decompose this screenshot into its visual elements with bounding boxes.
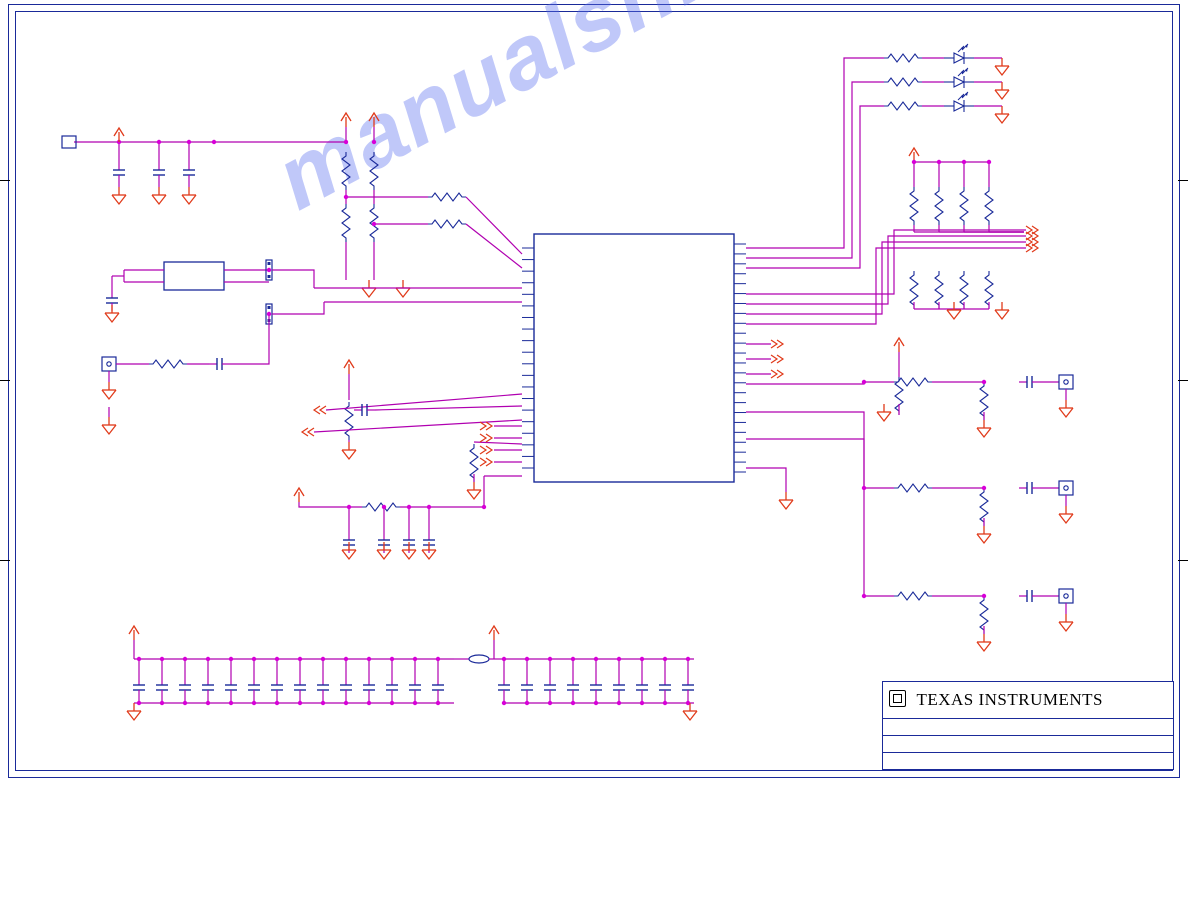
frame-tick: [1178, 380, 1188, 381]
frame-tick: [1178, 180, 1188, 181]
page: { "meta": { "title_company": "TEXAS INST…: [0, 0, 1188, 918]
frame-tick: [0, 180, 10, 181]
frame-tick: [0, 380, 10, 381]
frame-tick: [1178, 560, 1188, 561]
schematic-canvas: [14, 12, 1174, 772]
frame-tick: [0, 560, 10, 561]
